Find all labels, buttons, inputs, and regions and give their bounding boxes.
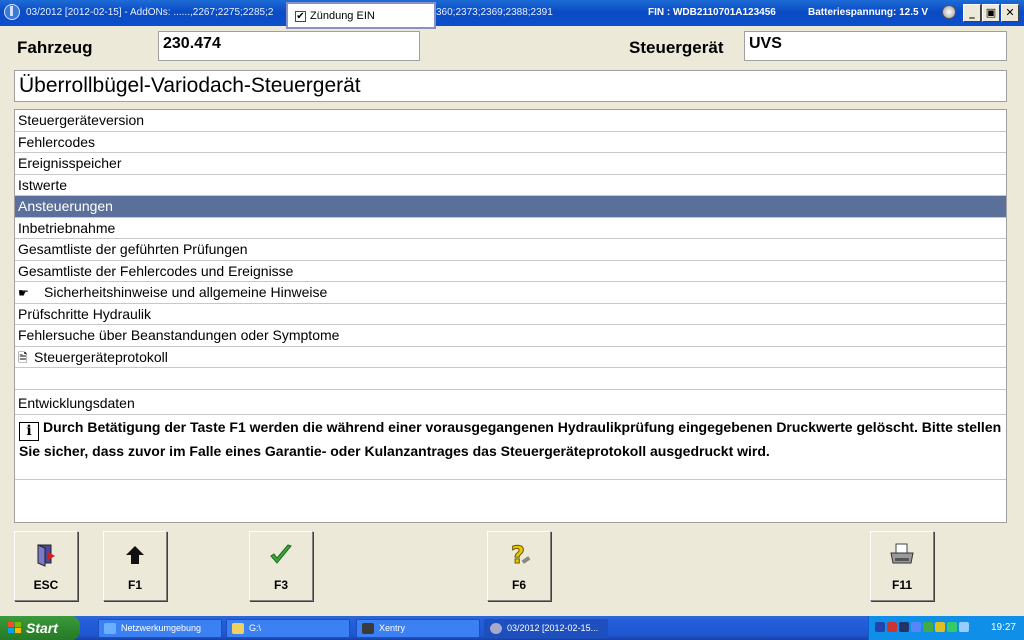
menu-item-event-memory[interactable]: Ereignisspeicher <box>15 153 1006 175</box>
windows-logo-icon <box>8 622 22 634</box>
menu-item-empty <box>15 368 1006 390</box>
menu-item-label: Ereignisspeicher <box>18 155 122 171</box>
menu-item-fault-codes[interactable]: Fehlercodes <box>15 132 1006 153</box>
pointing-hand-icon: ☛ <box>18 286 29 300</box>
control-unit-name: Überrollbügel-Variodach-Steuergerät <box>14 70 1007 102</box>
taskbar-item-label: Xentry <box>379 623 406 633</box>
tray-icon[interactable] <box>935 622 945 632</box>
mercedes-star-icon <box>490 623 502 634</box>
document-icon: 🗎 <box>18 350 28 365</box>
battery-voltage-readout: Batteriespannung: 12.5 V <box>808 7 929 18</box>
mercedes-star-icon <box>4 4 20 20</box>
ignition-popup: ✔ Zündung EIN <box>286 2 436 29</box>
taskbar-item-drive-g[interactable]: G:\ <box>226 619 350 638</box>
info-text: Durch Betätigung der Taste F1 werden die… <box>19 419 1002 459</box>
taskbar-item-label: Netzwerkumgebung <box>121 623 202 633</box>
vin-readout: FIN : WDB2110701A123456 <box>648 7 776 18</box>
menu-item-label: Istwerte <box>18 176 68 193</box>
menu-item-ecu-log[interactable]: 🗎 Steuergeräteprotokoll <box>15 347 1006 368</box>
tray-icon[interactable] <box>875 622 885 632</box>
arrow-up-icon <box>104 540 166 570</box>
ecu-field: UVS <box>744 31 1007 61</box>
ignition-label: Zündung EIN <box>310 10 375 22</box>
checkmark-icon <box>250 540 312 570</box>
menu-item-label: Gesamtliste der Fehlercodes und Ereignis… <box>18 262 294 279</box>
info-message: i Durch Betätigung der Taste F1 werden di… <box>15 414 1006 480</box>
tray-icon[interactable] <box>887 622 897 632</box>
tray-icon[interactable] <box>899 622 909 632</box>
exit-door-icon <box>15 540 77 570</box>
menu-item-label: Steuergeräteversion <box>18 112 145 128</box>
system-tray: 19:27 <box>868 616 1024 640</box>
vehicle-label: Fahrzeug <box>17 38 93 57</box>
close-button[interactable]: ✕ <box>1001 4 1019 22</box>
clock: 19:27 <box>990 622 1016 633</box>
start-label: Start <box>26 620 58 636</box>
window-title-continued: 360;2373;2369;2388;2391 <box>436 7 553 18</box>
menu-item-guided-tests-list[interactable]: Gesamtliste der geführten Prüfungen <box>15 239 1006 261</box>
menu-item-label: Entwicklungsdaten <box>18 395 135 411</box>
menu-item-safety-notes[interactable]: ☛ Sicherheitshinweise und allgemeine Hinw… <box>15 282 1006 304</box>
minimize-button[interactable]: _ <box>963 4 981 22</box>
restore-button[interactable]: ▣ <box>982 4 1000 22</box>
tray-icon[interactable] <box>911 622 921 632</box>
f6-key-label: F6 <box>511 578 526 592</box>
menu-item-label: Prüfschritte Hydraulik <box>18 305 152 322</box>
menu-item-actuations[interactable]: Ansteuerungen <box>15 196 1006 218</box>
f1-key-label: F1 <box>127 578 142 592</box>
help-icon: ? <box>488 540 550 570</box>
menu-item-development-data[interactable]: Entwicklungsdaten <box>15 393 1006 415</box>
menu-item-label: Fehlersuche über Beanstandungen oder Sym… <box>18 327 340 343</box>
menu-item-label: Ansteuerungen <box>18 198 113 214</box>
menu-item-label: Steuergeräteprotokoll <box>34 348 168 365</box>
window-titlebar: 03/2012 [2012-02-15] - AddONs: ......,22… <box>0 0 1024 26</box>
menu-item-actual-values[interactable]: Istwerte <box>15 175 1006 196</box>
printer-icon <box>871 540 933 570</box>
f11-key-label: F11 <box>891 578 912 592</box>
battery-status-icon <box>942 5 956 19</box>
esc-key-label: ESC <box>33 578 59 592</box>
tray-icon[interactable] <box>947 622 957 632</box>
info-icon: i <box>19 422 39 441</box>
f3-button[interactable]: F3 <box>249 531 313 601</box>
window-title: 03/2012 [2012-02-15] - AddONs: ......,22… <box>26 7 274 18</box>
menu-item-label: Sicherheitshinweise und allgemeine Hinwe… <box>44 284 328 300</box>
taskbar-item-label: G:\ <box>249 623 262 633</box>
taskbar-item-diagnosis[interactable]: 03/2012 [2012-02-15... <box>484 619 608 638</box>
taskbar-item-xentry[interactable]: Xentry <box>356 619 480 638</box>
f11-button[interactable]: F11 <box>870 531 934 601</box>
start-button[interactable]: Start <box>0 616 80 640</box>
f1-button[interactable]: F1 <box>103 531 167 601</box>
menu-item-label: Gesamtliste der geführten Prüfungen <box>18 241 248 257</box>
svg-text:?: ? <box>511 541 525 569</box>
menu-item-fault-events-list[interactable]: Gesamtliste der Fehlercodes und Ereignis… <box>15 261 1006 282</box>
taskbar-item-label: 03/2012 [2012-02-15... <box>507 623 599 633</box>
network-icon <box>104 623 116 634</box>
taskbar-item-network[interactable]: Netzwerkumgebung <box>98 619 222 638</box>
menu-item-label: Fehlercodes <box>18 133 96 150</box>
taskbar: Start Netzwerkumgebung G:\ Xentry 03/201… <box>0 616 1024 640</box>
menu-item-commissioning[interactable]: Inbetriebnahme <box>15 218 1006 239</box>
esc-button[interactable]: ESC <box>14 531 78 601</box>
f6-button[interactable]: ? F6 <box>487 531 551 601</box>
menu-item-ecu-version[interactable]: Steuergeräteversion <box>15 110 1006 132</box>
ignition-checkbox[interactable]: ✔ <box>295 11 306 22</box>
vehicle-field: 230.474 <box>158 31 420 61</box>
menu-item-label: Inbetriebnahme <box>18 219 116 236</box>
xentry-icon <box>362 623 374 634</box>
tray-icon[interactable] <box>959 622 969 632</box>
function-menu: Steuergeräteversion Fehlercodes Ereignis… <box>14 109 1007 523</box>
menu-item-hydraulic-tests[interactable]: Prüfschritte Hydraulik <box>15 304 1006 325</box>
f3-key-label: F3 <box>273 578 288 592</box>
menu-item-symptom-troubleshooting[interactable]: Fehlersuche über Beanstandungen oder Sym… <box>15 325 1006 347</box>
ecu-label: Steuergerät <box>629 38 724 57</box>
folder-icon <box>232 623 244 634</box>
tray-icon[interactable] <box>923 622 933 632</box>
